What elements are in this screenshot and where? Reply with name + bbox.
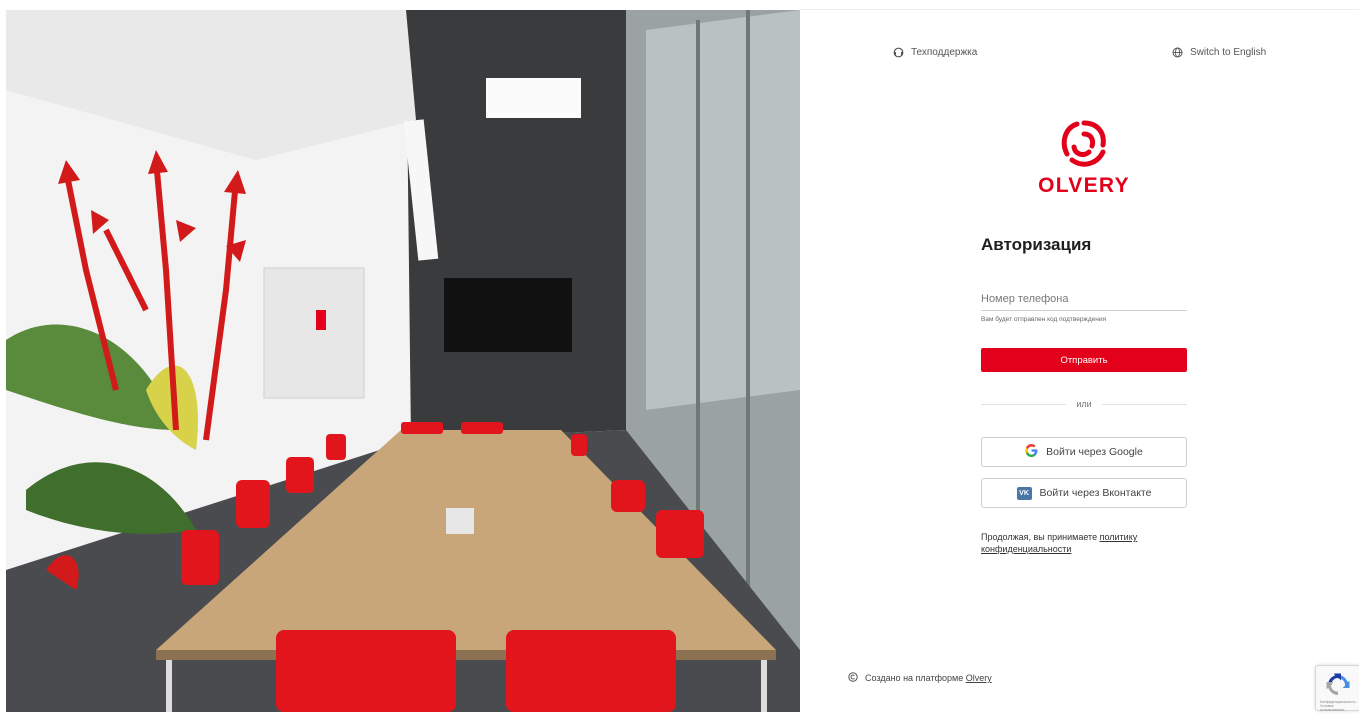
phone-input[interactable] <box>981 291 1187 307</box>
phone-field[interactable] <box>981 289 1187 311</box>
support-link[interactable]: Техподдержка <box>893 47 977 58</box>
phone-hint: Вам будет отправлен код подтверждения <box>981 316 1106 323</box>
google-login-button[interactable]: Войти через Google <box>981 437 1187 467</box>
recaptcha-label: Конфиденциальность - Условия использован… <box>1320 700 1358 712</box>
or-divider: или <box>981 397 1187 411</box>
page-title: Авторизация <box>981 235 1092 254</box>
vk-icon: VK <box>1016 486 1032 500</box>
auth-panel: Техподдержка Switch to English OLVERY Ав… <box>800 0 1359 714</box>
language-label: Switch to English <box>1190 47 1267 58</box>
divider-line <box>1101 403 1187 405</box>
olvery-platform-link[interactable]: Olvery <box>966 673 992 683</box>
footer: Создано на платформе Olvery <box>848 672 992 684</box>
language-switch-link[interactable]: Switch to English <box>1172 47 1266 58</box>
copyright-icon <box>848 672 858 684</box>
vk-label: Войти через Вконтакте <box>1039 487 1152 499</box>
brand-logo: OLVERY <box>1028 118 1140 198</box>
google-label: Войти через Google <box>1046 446 1143 458</box>
or-label: или <box>1076 399 1092 409</box>
recaptcha-badge[interactable]: Конфиденциальность - Условия использован… <box>1315 665 1359 712</box>
footer-label: Создано на платформе <box>865 673 966 683</box>
login-page: Техподдержка Switch to English OLVERY Ав… <box>0 0 1359 714</box>
brand-name: OLVERY <box>1038 174 1130 197</box>
globe-icon <box>1172 47 1183 58</box>
vk-login-button[interactable]: VK Войти через Вконтакте <box>981 478 1187 508</box>
olvery-logo-icon <box>1061 120 1106 167</box>
consent-label: Продолжая, вы принимаете <box>981 532 1100 542</box>
support-label: Техподдержка <box>911 47 978 58</box>
send-button[interactable]: Отправить <box>981 348 1187 372</box>
consent-text: Продолжая, вы принимаете политику конфид… <box>981 531 1187 555</box>
headset-icon <box>893 47 904 58</box>
google-icon <box>1025 444 1038 460</box>
recaptcha-icon <box>1326 673 1350 695</box>
divider-line <box>981 403 1067 405</box>
meeting-room-photo <box>6 10 800 712</box>
